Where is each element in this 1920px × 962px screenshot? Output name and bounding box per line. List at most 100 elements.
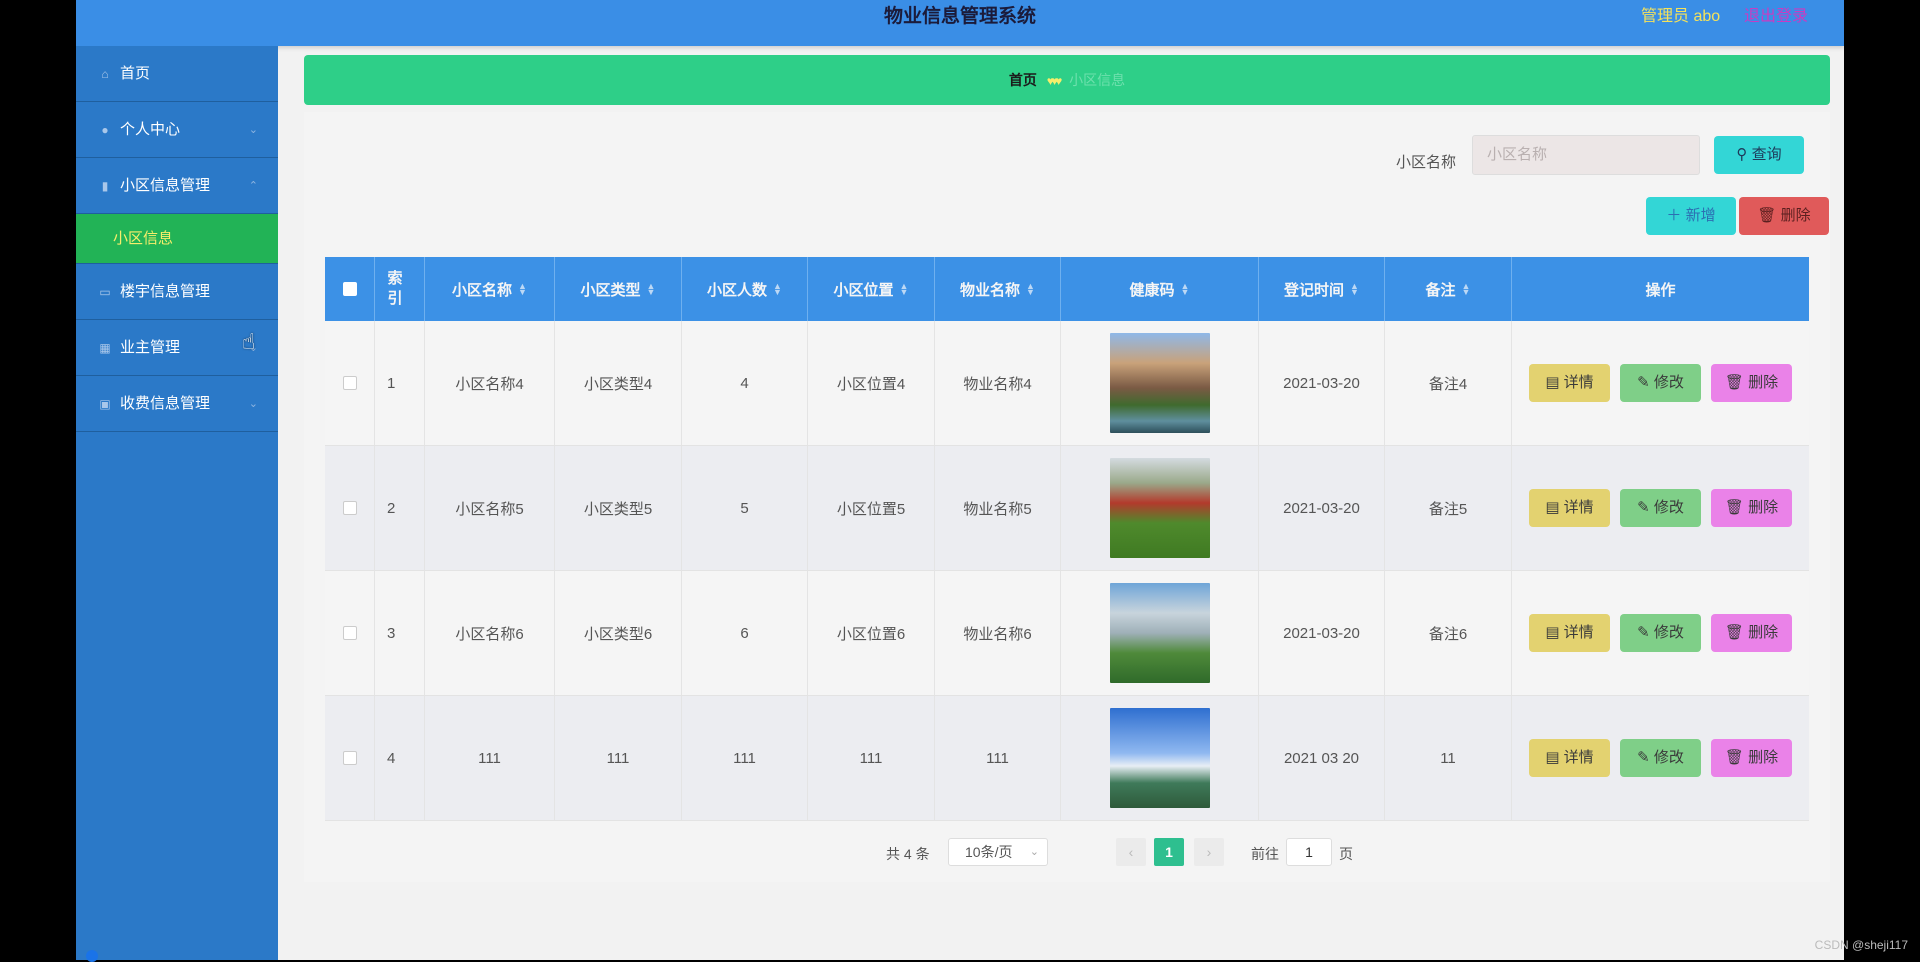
col-header-type[interactable]: 小区类型▲▼ <box>555 257 682 321</box>
content-panel: 小区名称 小区名称 ⚲ 查询 ＋ 新增 🗑 删除 索引 小区名称▲▼ 小区类型▲… <box>304 112 1830 882</box>
sidebar-item-personal-center[interactable]: ●个人中心 ⌄ <box>76 102 278 158</box>
breadcrumb-home[interactable]: 首页 <box>1009 72 1037 88</box>
query-button[interactable]: ⚲ 查询 <box>1714 136 1804 174</box>
sort-icon: ▲▼ <box>1026 283 1035 295</box>
cell-location: 111 <box>808 696 935 820</box>
row-checkbox[interactable] <box>343 751 357 765</box>
table-header: 索引 小区名称▲▼ 小区类型▲▼ 小区人数▲▼ 小区位置▲▼ 物业名称▲▼ 健康… <box>325 257 1809 321</box>
community-photo[interactable] <box>1110 583 1210 683</box>
edit-button[interactable]: ✎ 修改 <box>1620 364 1701 402</box>
cell-property: 物业名称5 <box>935 446 1061 570</box>
chevron-down-icon: ⌄ <box>1030 839 1039 865</box>
prev-page-button[interactable]: ‹ <box>1116 838 1146 866</box>
sidebar-item-fee-management[interactable]: ▣收费信息管理 ⌄ <box>76 376 278 432</box>
chevron-down-icon: ⌄ <box>249 102 258 158</box>
add-button-label: 新增 <box>1686 207 1716 224</box>
cell-name: 小区名称6 <box>425 571 555 695</box>
cell-index: 3 <box>375 571 425 695</box>
col-header-property[interactable]: 物业名称 ▲▼ <box>935 257 1061 321</box>
user-icon: ● <box>98 102 112 158</box>
trash-icon: 🗑 <box>1757 207 1780 224</box>
col-header-count[interactable]: 小区人数▲▼ <box>682 257 808 321</box>
page-size-select[interactable]: 10条/页 ⌄ <box>948 838 1048 866</box>
col-header-health-code[interactable]: 健康码 ▲▼ <box>1061 257 1259 321</box>
edit-label: 修改 <box>1654 749 1684 766</box>
sidebar-item-home[interactable]: ⌂ 首页 <box>76 46 278 102</box>
col-header-label: 登记时间 <box>1284 279 1344 300</box>
detail-button[interactable]: ▤ 详情 <box>1529 489 1610 527</box>
col-header-location[interactable]: 小区位置▲▼ <box>808 257 935 321</box>
message-icon: ▭ <box>98 264 112 320</box>
edit-button[interactable]: ✎ 修改 <box>1620 614 1701 652</box>
cell-actions: ▤ 详情 ✎ 修改 🗑 删除 <box>1512 696 1809 820</box>
col-header-label: 健康码 <box>1130 279 1175 300</box>
detail-label: 详情 <box>1564 374 1594 391</box>
edit-button[interactable]: ✎ 修改 <box>1620 739 1701 777</box>
col-header-index: 索引 <box>375 257 425 321</box>
cell-property: 物业名称6 <box>935 571 1061 695</box>
cell-actions: ▤ 详情 ✎ 修改 🗑 删除 <box>1512 446 1809 570</box>
page-suffix-label: 页 <box>1339 844 1353 864</box>
detail-label: 详情 <box>1564 499 1594 516</box>
select-all-checkbox[interactable] <box>343 282 357 296</box>
batch-delete-button[interactable]: 🗑 删除 <box>1739 197 1829 235</box>
delete-button[interactable]: 🗑 删除 <box>1711 739 1792 777</box>
edit-label: 修改 <box>1654 624 1684 641</box>
row-select-cell <box>325 446 375 570</box>
cell-health-code <box>1061 571 1259 695</box>
row-select-cell <box>325 571 375 695</box>
community-photo[interactable] <box>1110 458 1210 558</box>
cell-health-code <box>1061 696 1259 820</box>
col-header-time[interactable]: 登记时间▲▼ <box>1259 257 1385 321</box>
cell-time: 2021-03-20 <box>1259 571 1385 695</box>
query-button-label: 查询 <box>1752 146 1782 163</box>
mic-icon: ▮ <box>98 158 112 214</box>
sidebar-item-label: 首页 <box>120 65 150 82</box>
delete-button[interactable]: 🗑 删除 <box>1711 489 1792 527</box>
col-header-note[interactable]: 备注▲▼ <box>1385 257 1512 321</box>
sidebar-item-community-management[interactable]: ▮小区信息管理 ⌃ <box>76 158 278 214</box>
row-select-cell <box>325 696 375 820</box>
cell-time: 2021-03-20 <box>1259 321 1385 445</box>
row-checkbox[interactable] <box>343 501 357 515</box>
detail-button[interactable]: ▤ 详情 <box>1529 614 1610 652</box>
sidebar-subitem-community-info[interactable]: 小区信息 <box>76 214 278 264</box>
col-header-label: 小区人数 <box>707 279 767 300</box>
goto-page-input[interactable]: 1 <box>1286 838 1332 866</box>
col-header-label: 物业名称 <box>960 279 1020 300</box>
community-photo[interactable] <box>1110 333 1210 433</box>
plus-icon: ＋ <box>1666 207 1685 224</box>
sort-icon: ▲▼ <box>1181 283 1190 295</box>
search-label: 小区名称 <box>1396 143 1456 183</box>
home-icon: ⌂ <box>98 46 112 102</box>
col-header-label: 备注 <box>1426 279 1456 300</box>
page-number-button[interactable]: 1 <box>1154 838 1184 866</box>
delete-label: 删除 <box>1748 749 1778 766</box>
delete-button[interactable]: 🗑 删除 <box>1711 364 1792 402</box>
sidebar-item-building-management[interactable]: ▭楼宇信息管理 <box>76 264 278 320</box>
cell-type: 小区类型5 <box>555 446 682 570</box>
add-button[interactable]: ＋ 新增 <box>1646 197 1736 235</box>
logout-link[interactable]: 退出登录 <box>1744 0 1808 34</box>
search-input[interactable]: 小区名称 <box>1472 135 1700 175</box>
next-page-button[interactable]: › <box>1194 838 1224 866</box>
cell-time: 2021 03 20 <box>1259 696 1385 820</box>
edit-button[interactable]: ✎ 修改 <box>1620 489 1701 527</box>
chevron-left-icon: ‹ <box>1129 844 1134 860</box>
row-checkbox[interactable] <box>343 376 357 390</box>
row-checkbox[interactable] <box>343 626 357 640</box>
detail-button[interactable]: ▤ 详情 <box>1529 364 1610 402</box>
app-title: 物业信息管理系统 <box>76 0 1844 34</box>
detail-button[interactable]: ▤ 详情 <box>1529 739 1610 777</box>
delete-button[interactable]: 🗑 删除 <box>1711 614 1792 652</box>
community-photo[interactable] <box>1110 708 1210 808</box>
cell-count: 5 <box>682 446 808 570</box>
sidebar: ⌂首页 ●个人中心 ⌄ ▮小区信息管理 ⌃ 小区信息 ▭楼宇信息管理 ▦业主管理… <box>76 46 278 960</box>
detail-label: 详情 <box>1564 749 1594 766</box>
cell-name: 小区名称4 <box>425 321 555 445</box>
col-header-label: 索引 <box>387 269 403 309</box>
col-header-name[interactable]: 小区名称▲▼ <box>425 257 555 321</box>
cell-index: 4 <box>375 696 425 820</box>
delete-label: 删除 <box>1748 499 1778 516</box>
edit-label: 修改 <box>1654 374 1684 391</box>
